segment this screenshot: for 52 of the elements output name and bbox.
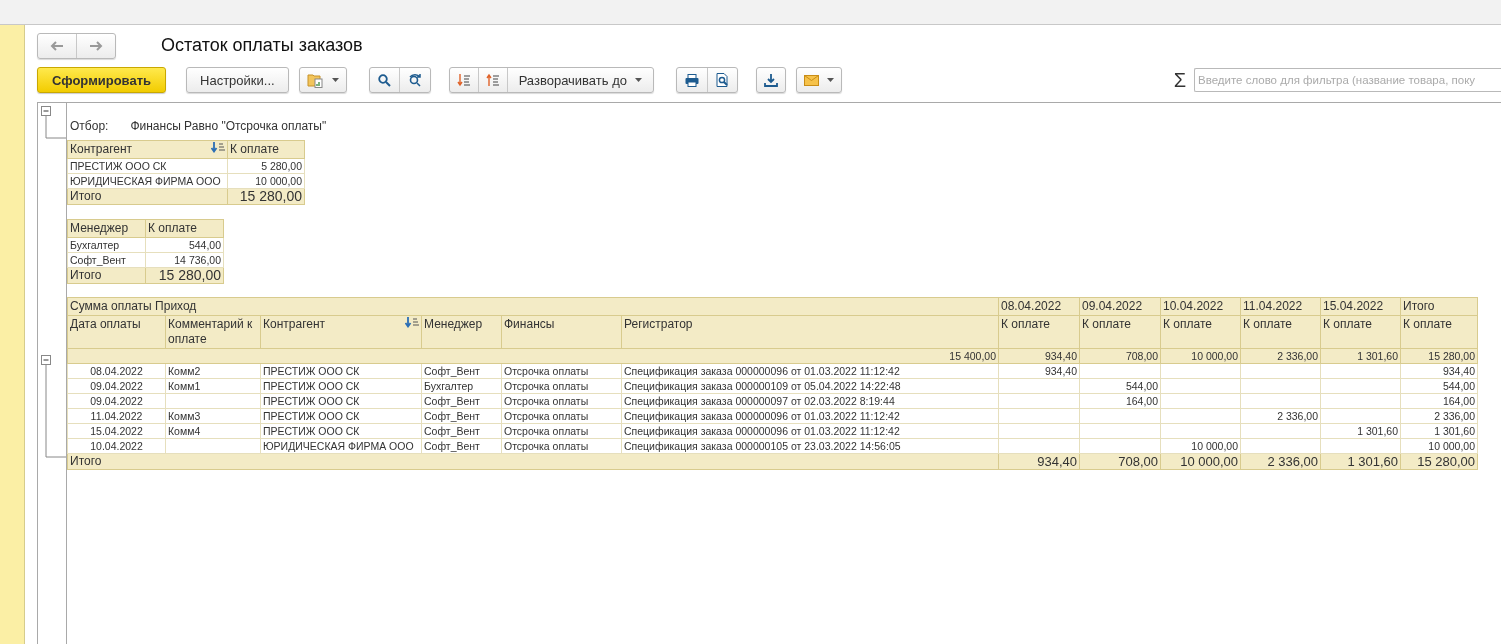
- filter-condition: Финансы Равно "Отсрочка оплаты": [130, 119, 327, 133]
- envelope-icon: [803, 74, 819, 86]
- collapse-group-icon[interactable]: [41, 106, 66, 139]
- period-header: 15.04.2022: [1320, 297, 1401, 316]
- left-arrow-icon: [50, 40, 64, 51]
- column-header[interactable]: К оплате: [1079, 315, 1161, 349]
- sort-ascending-icon: [485, 73, 500, 87]
- sort-icon: [211, 142, 225, 153]
- period-header: 08.04.2022: [998, 297, 1080, 316]
- report-variant-button[interactable]: [298, 67, 347, 93]
- sum-button[interactable]: Σ: [1173, 68, 1194, 92]
- group-header: Сумма оплаты Приход: [67, 297, 999, 316]
- expand-to-dropdown[interactable]: Разворачивать до: [506, 68, 653, 92]
- caret-icon: [634, 78, 642, 82]
- column-header[interactable]: Менеджер: [421, 315, 502, 349]
- save-button[interactable]: [755, 67, 786, 93]
- column-header[interactable]: Комментарий к оплате: [165, 315, 261, 349]
- generate-button[interactable]: Сформировать: [37, 67, 167, 93]
- window-title: Остаток оплаты заказов: [161, 35, 363, 56]
- column-header[interactable]: К оплате: [1400, 315, 1478, 349]
- printer-icon: [684, 73, 699, 87]
- column-header[interactable]: Менеджер: [67, 219, 146, 238]
- column-header[interactable]: Финансы: [501, 315, 622, 349]
- right-arrow-icon: [89, 40, 103, 51]
- column-header[interactable]: Контрагент: [260, 315, 422, 349]
- period-header: Итого: [1400, 297, 1478, 316]
- column-header[interactable]: К оплате: [1240, 315, 1321, 349]
- sort-descending-icon: [456, 73, 471, 87]
- search-icon: [377, 73, 391, 87]
- column-header[interactable]: Дата оплаты: [67, 315, 166, 349]
- settings-button[interactable]: Настройки...: [186, 67, 289, 93]
- print-preview-icon: [715, 73, 729, 87]
- period-header: 11.04.2022: [1240, 297, 1321, 316]
- period-header: 10.04.2022: [1160, 297, 1241, 316]
- caret-icon: [331, 78, 339, 82]
- send-email-button[interactable]: [795, 67, 842, 93]
- column-header[interactable]: К оплате: [145, 219, 224, 238]
- collapse-group-icon[interactable]: [41, 355, 66, 458]
- column-header[interactable]: Контрагент: [67, 140, 228, 159]
- column-header[interactable]: К оплате: [1160, 315, 1241, 349]
- column-header[interactable]: К оплате: [227, 140, 305, 159]
- column-header[interactable]: К оплате: [1320, 315, 1401, 349]
- sort-icon: [405, 317, 419, 328]
- search-refresh-icon: [407, 73, 422, 87]
- filter-label: Отбор:: [70, 119, 109, 133]
- column-header[interactable]: К оплате: [998, 315, 1080, 349]
- column-header[interactable]: Регистратор: [621, 315, 999, 349]
- filter-field[interactable]: Введите слово для фильтра (название товара, поку: [1194, 68, 1501, 92]
- download-icon: [763, 73, 778, 87]
- caret-icon: [826, 78, 834, 82]
- period-header: 09.04.2022: [1079, 297, 1161, 316]
- report-variant-icon: [306, 72, 324, 88]
